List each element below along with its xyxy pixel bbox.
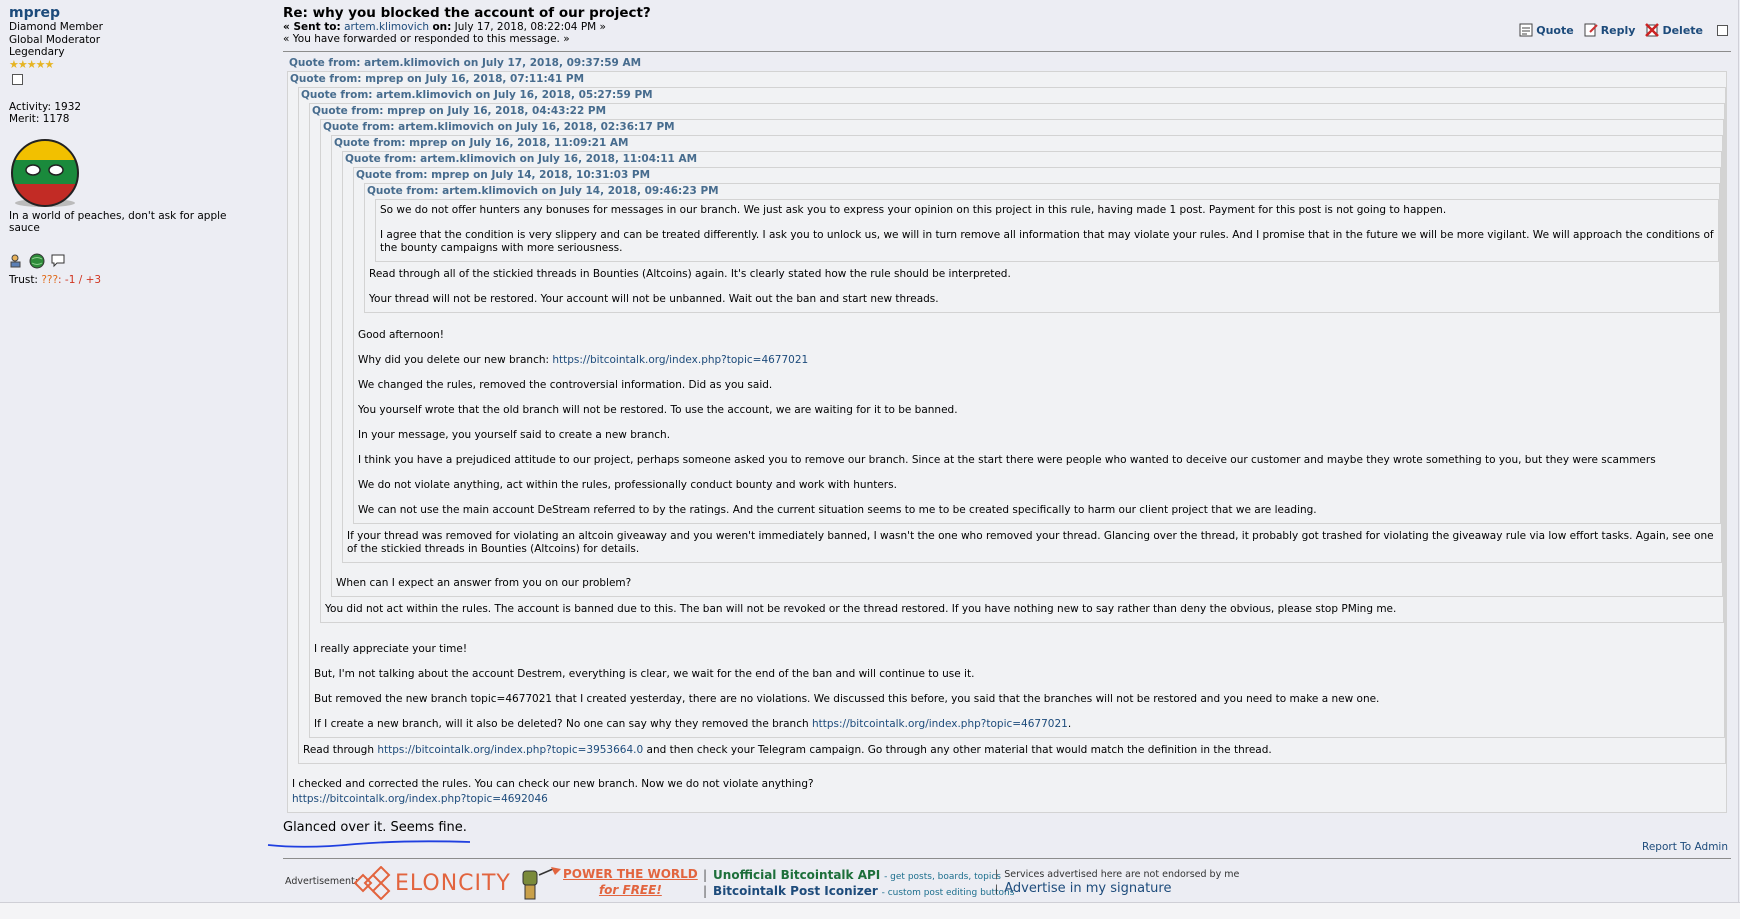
post-subject: Re: why you blocked the account of our p… xyxy=(283,5,651,21)
topic-link[interactable]: https://bitcointalk.org/index.php?topic=… xyxy=(812,718,1068,730)
quote-block: Quote from: mprep on July 14, 2018, 10:3… xyxy=(353,167,1721,524)
trust-score[interactable]: Trust: ???: -1 / +3 xyxy=(9,274,259,287)
signature-ad: Advertisement: ELONCITY POWER THE WORLD … xyxy=(283,860,1731,902)
quote-text: Your thread will not be restored. Your a… xyxy=(369,293,939,305)
reply-text: Glanced over it. Seems fine. xyxy=(283,820,467,835)
quote-block: Quote from: mprep on July 16, 2018, 11:0… xyxy=(331,135,1723,597)
quote-text: Read through all of the stickied threads… xyxy=(369,268,1011,280)
quote-block: Quote from: artem.klimovich on July 14, … xyxy=(364,183,1720,313)
rank-stars-icon: ★★★★★ xyxy=(9,57,54,71)
bitcointalk-api-link[interactable]: Unofficial Bitcointalk API xyxy=(713,868,880,882)
eloncity-banner[interactable]: ELONCITY xyxy=(353,865,563,901)
quote-text: When can I expect an answer from you on … xyxy=(336,577,632,589)
quote-text: Why did you delete our new branch: https… xyxy=(358,354,809,366)
topic-link[interactable]: https://bitcointalk.org/index.php?topic=… xyxy=(377,744,643,756)
quote-text: So we do not offer hunters any bonuses f… xyxy=(380,204,1447,216)
sent-to-user-link[interactable]: artem.klimovich xyxy=(344,21,429,33)
quote-block: So we do not offer hunters any bonuses f… xyxy=(375,199,1719,262)
quote-block: Quote from: mprep on July 16, 2018, 04:4… xyxy=(309,103,1725,738)
post-actions: Quote Reply Delete xyxy=(1519,23,1728,37)
profile-icon[interactable] xyxy=(9,254,23,272)
quote-block: Quote from: artem.klimovich on July 16, … xyxy=(342,151,1722,563)
power-the-world-banner[interactable]: POWER THE WORLD for FREE! xyxy=(563,866,698,898)
quote-text: But removed the new branch topic=4677021… xyxy=(314,693,1380,705)
quote-text: If your thread was removed for violating… xyxy=(347,530,1714,555)
reply-button[interactable]: Reply xyxy=(1584,23,1635,37)
quote-block: Quote from: artem.klimovich on July 16, … xyxy=(298,87,1726,764)
poster-activity: Activity: 1932 xyxy=(9,100,82,113)
quote-header[interactable]: Quote from: artem.klimovich on July 17, … xyxy=(287,56,1727,70)
signature-divider xyxy=(283,858,1731,859)
advertise-signature-link[interactable]: Advertise in my signature xyxy=(1004,881,1171,896)
quote-text: You yourself wrote that the old branch w… xyxy=(358,404,958,416)
poster-username[interactable]: mprep xyxy=(9,5,259,21)
post-container: mprep Diamond Member Global Moderator Le… xyxy=(0,0,1739,902)
quote-text: I think you have a prejudiced attitude t… xyxy=(358,454,1656,466)
quote-header[interactable]: Quote from: artem.klimovich on July 16, … xyxy=(321,120,1723,134)
post-header: Re: why you blocked the account of our p… xyxy=(283,5,1731,45)
ad-label: Advertisement: xyxy=(285,876,358,887)
handwritten-underline-icon xyxy=(267,840,471,848)
quote-text: I checked and corrected the rules. You c… xyxy=(292,778,814,790)
select-checkbox[interactable] xyxy=(12,74,23,85)
topic-link[interactable]: https://bitcointalk.org/index.php?topic=… xyxy=(292,793,548,805)
quote-header[interactable]: Quote from: mprep on July 16, 2018, 04:4… xyxy=(310,104,1724,118)
forwarded-note: « You have forwarded or responded to thi… xyxy=(283,33,570,45)
sent-to-line: « Sent to: artem.klimovich on: July 17, … xyxy=(283,21,606,33)
poster-rank: Legendary xyxy=(9,46,65,58)
delete-button[interactable]: Delete xyxy=(1645,23,1703,37)
report-to-admin-link[interactable]: Report To Admin xyxy=(1642,841,1728,853)
quote-text: Good afternoon! xyxy=(358,329,445,341)
quote-text: https://bitcointalk.org/index.php?topic=… xyxy=(292,793,1726,806)
ad-links: | Unofficial Bitcointalk API - get posts,… xyxy=(703,868,1015,898)
quote-header[interactable]: Quote from: artem.klimovich on July 16, … xyxy=(299,88,1725,102)
message-icon[interactable] xyxy=(51,254,65,272)
mascot-icon xyxy=(522,867,561,900)
topic-link[interactable]: https://bitcointalk.org/index.php?topic=… xyxy=(552,354,808,366)
quote-text: In your message, you yourself said to cr… xyxy=(358,429,671,441)
website-globe-icon[interactable] xyxy=(29,253,45,273)
quote-text: Read through https://bitcointalk.org/ind… xyxy=(303,744,1272,756)
quote-text: We changed the rules, removed the contro… xyxy=(358,379,773,391)
poster-rank: Global Moderator xyxy=(9,33,101,46)
eloncity-logo-icon xyxy=(353,866,391,900)
avatar xyxy=(9,136,81,208)
quote-header[interactable]: Quote from: artem.klimovich on July 14, … xyxy=(365,184,1719,198)
post-iconizer-link[interactable]: Bitcointalk Post Iconizer xyxy=(713,884,878,898)
quote-header[interactable]: Quote from: mprep on July 16, 2018, 11:0… xyxy=(332,136,1722,150)
ad-disclaimer: | Services advertised here are not endors… xyxy=(995,869,1240,896)
quote-text: If I create a new branch, will it also b… xyxy=(314,718,1072,730)
quote-text: We can not use the main account DeStream… xyxy=(358,504,1317,516)
quote-thread: Quote from: artem.klimovich on July 17, … xyxy=(287,56,1727,813)
poster-rank: Diamond Member xyxy=(9,21,103,33)
quote-icon xyxy=(1519,23,1533,37)
poster-info: mprep Diamond Member Global Moderator Le… xyxy=(9,5,259,287)
quote-block: Quote from: artem.klimovich on July 16, … xyxy=(320,119,1724,623)
quote-text: I agree that the condition is very slipp… xyxy=(380,229,1714,254)
header-divider xyxy=(283,51,1731,52)
poster-signature-text: In a world of peaches, don't ask for app… xyxy=(9,209,227,235)
reply-icon xyxy=(1584,23,1598,37)
quote-header[interactable]: Quote from: mprep on July 16, 2018, 07:1… xyxy=(288,72,1726,86)
quote-text: You did not act within the rules. The ac… xyxy=(325,603,1397,615)
poster-merit: Merit: 1178 xyxy=(9,113,70,125)
quote-text: I really appreciate your time! xyxy=(314,643,468,655)
quote-text: But, I'm not talking about the account D… xyxy=(314,668,975,680)
quote-header[interactable]: Quote from: mprep on July 14, 2018, 10:3… xyxy=(354,168,1720,182)
delete-icon xyxy=(1645,23,1660,37)
quote-button[interactable]: Quote xyxy=(1519,23,1574,37)
select-message-checkbox[interactable] xyxy=(1717,24,1728,36)
quote-header[interactable]: Quote from: artem.klimovich on July 16, … xyxy=(343,152,1721,166)
poster-icons xyxy=(9,253,259,273)
window-bottom-bar xyxy=(0,902,1740,919)
quote-block: Quote from: mprep on July 16, 2018, 07:1… xyxy=(287,71,1727,813)
quote-text: We do not violate anything, act within t… xyxy=(358,479,897,491)
